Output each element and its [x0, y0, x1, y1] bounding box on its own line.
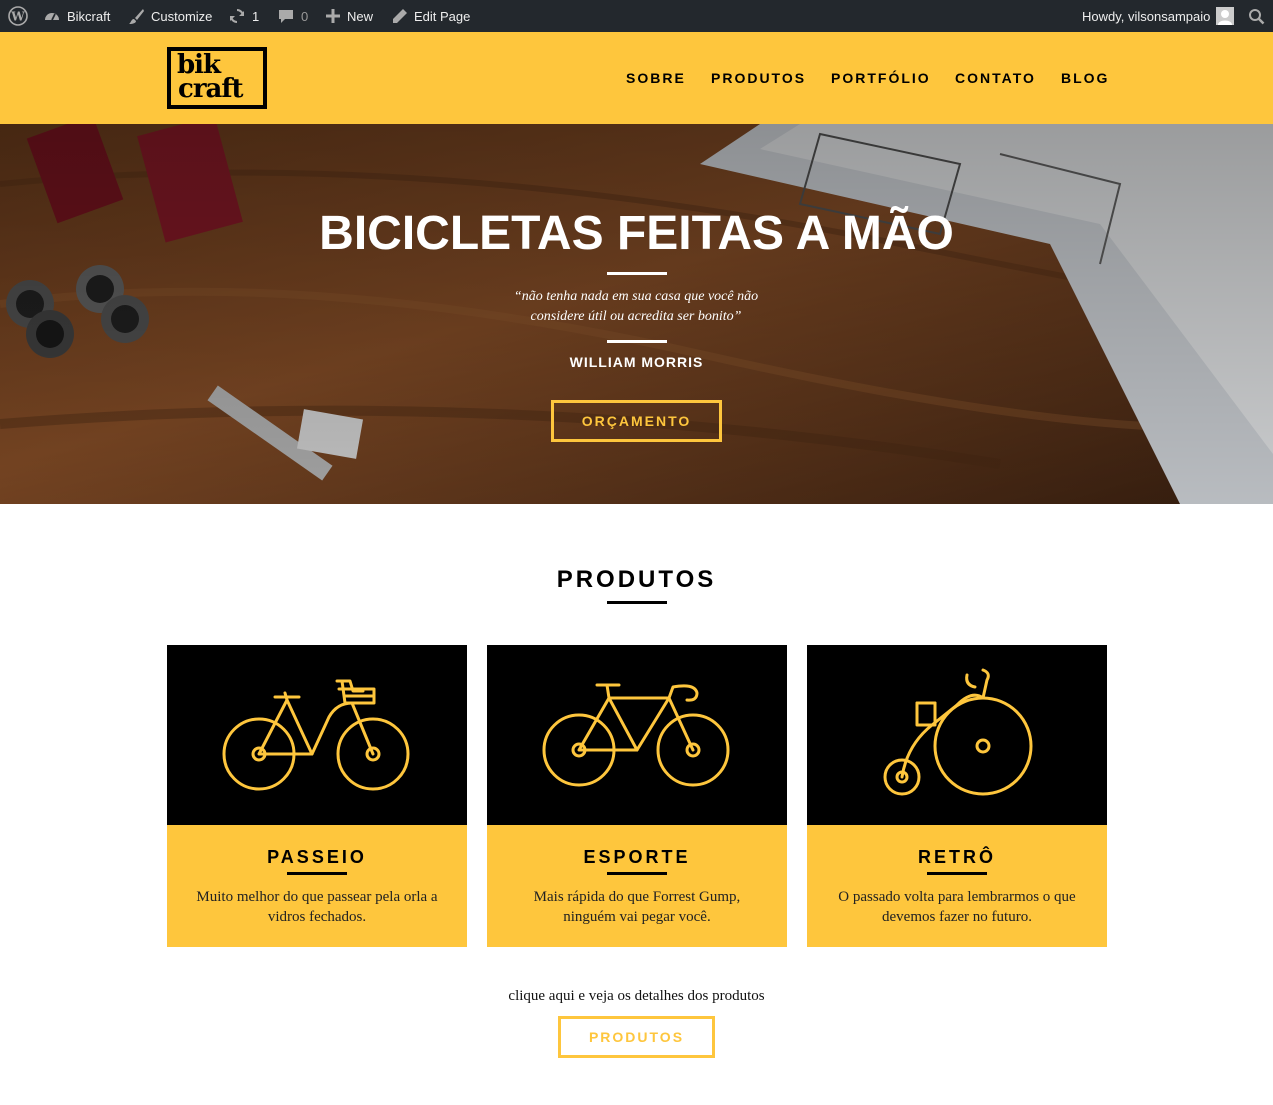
product-image [167, 645, 467, 825]
products-section-title: PRODUTOS [556, 566, 717, 593]
my-account-link[interactable]: Howdy, vilsonsampaio [1082, 0, 1235, 32]
edit-page-link[interactable]: Edit Page [392, 0, 470, 32]
hero-title-divider [607, 272, 667, 275]
customize-label: Customize [151, 8, 213, 24]
hero-quote-divider [607, 340, 667, 343]
nav-sobre[interactable]: SOBRE [626, 70, 686, 86]
sport-bike-icon [542, 683, 730, 787]
search-icon[interactable] [1248, 0, 1265, 32]
hero-section: BICICLETAS FEITAS A MÃO “não tenha nada … [0, 124, 1273, 504]
nav-portfolio[interactable]: PORTFÓLIO [831, 70, 931, 86]
product-info: ESPORTE Mais rápida do que Forrest Gump,… [487, 825, 787, 947]
product-description: Muito melhor do que passear pela orla a … [196, 889, 438, 925]
product-title-divider [607, 872, 667, 875]
product-card-esporte[interactable]: ESPORTE Mais rápida do que Forrest Gump,… [487, 645, 787, 947]
product-card-passeio[interactable]: PASSEIO Muito melhor do que passear pela… [167, 645, 467, 947]
new-label: New [347, 8, 374, 24]
products-cta-text: clique aqui e veja os detalhes dos produ… [508, 988, 765, 1004]
product-description: Mais rápida do que Forrest Gump, ninguém… [533, 889, 741, 925]
updates-link[interactable]: 1 [228, 0, 259, 32]
produtos-button[interactable]: PRODUTOS [558, 1016, 715, 1058]
svg-text:W: W [10, 10, 25, 24]
comment-bubble-icon [279, 10, 293, 23]
nav-contato[interactable]: CONTATO [955, 70, 1036, 86]
hero-quote-author: WILLIAM MORRIS [569, 354, 704, 370]
comments-count: 0 [301, 8, 309, 24]
product-info: RETRÔ O passado volta para lembrarmos o … [807, 825, 1107, 947]
plus-icon [326, 9, 340, 23]
product-title-divider [287, 872, 347, 875]
dashboard-icon [45, 13, 59, 21]
avatar [1216, 7, 1235, 25]
product-card-retro[interactable]: RETRÔ O passado volta para lembrarmos o … [807, 645, 1107, 947]
updates-icon [230, 9, 244, 23]
city-bike-icon [222, 679, 410, 791]
hero-title: BICICLETAS FEITAS A MÃO [319, 207, 954, 260]
product-title: RETRÔ [918, 847, 996, 867]
product-title-divider [927, 872, 987, 875]
product-info: PASSEIO Muito melhor do que passear pela… [167, 825, 467, 947]
product-title: PASSEIO [267, 847, 367, 867]
nav-produtos[interactable]: PRODUTOS [711, 70, 806, 86]
logo-line-2: craft [178, 74, 244, 104]
edit-page-label: Edit Page [414, 8, 471, 24]
hero-quote: “não tenha nada em sua casa que você não… [486, 287, 786, 327]
orcamento-button[interactable]: ORÇAMENTO [551, 400, 722, 442]
new-content-link[interactable]: New [325, 0, 373, 32]
product-image [807, 645, 1107, 825]
products-title-divider [607, 601, 667, 604]
site-logo[interactable]: bik craft [167, 47, 267, 109]
hero-quote-line-2: considere útil ou acredita ser bonito” [530, 309, 742, 324]
customize-link[interactable]: Customize [128, 0, 212, 32]
penny-farthing-icon [883, 668, 1033, 796]
wordpress-logo-icon[interactable]: W [8, 0, 28, 32]
nav-blog[interactable]: BLOG [1061, 70, 1109, 86]
site-name-link[interactable]: Bikcraft [43, 0, 110, 32]
admin-bar: W Bikcraft Customize 1 0 New Edit Page H… [0, 0, 1273, 32]
site-name: Bikcraft [67, 8, 111, 24]
updates-count: 1 [252, 8, 260, 24]
hero-quote-line-1: “não tenha nada em sua casa que você não [513, 289, 759, 304]
pencil-icon [393, 9, 407, 23]
paintbrush-icon [129, 8, 144, 24]
site-header: bik craft SOBRE PRODUTOS PORTFÓLIO CONTA… [0, 32, 1273, 124]
product-title: ESPORTE [583, 847, 691, 867]
howdy-text: Howdy, vilsonsampaio [1082, 8, 1211, 24]
product-description: O passado volta para lembrarmos o que de… [838, 889, 1076, 925]
comments-link[interactable]: 0 [277, 0, 308, 32]
product-image [487, 645, 787, 825]
